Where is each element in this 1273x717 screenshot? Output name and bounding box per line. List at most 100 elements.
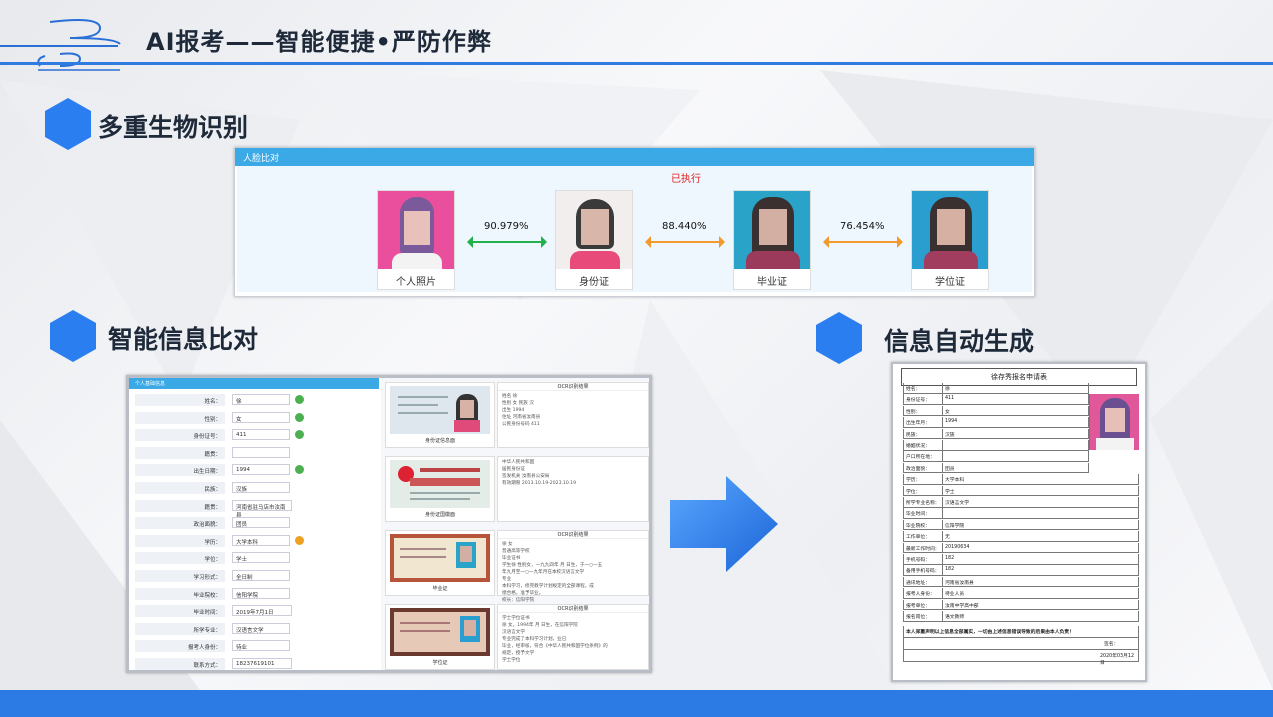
ocr-text-4: 学士学位证书 徐 女，1994年 月 日生，在信阳学院 汉语言文学 专业完成了本… — [502, 616, 608, 663]
table-row-key: 身份证号： — [906, 398, 930, 404]
table-row: 民族： 汉族 — [903, 428, 1089, 440]
form-row-input[interactable]: 待业 — [232, 640, 290, 652]
ocr-header-1: OCR识别结果 — [498, 383, 648, 391]
form-row-input[interactable] — [232, 446, 290, 458]
form-row-label: 籍贯： — [135, 446, 225, 459]
form-row-input[interactable]: 学士 — [232, 552, 290, 564]
table-row-key: 政治面貌： — [906, 466, 930, 472]
doc-idcard-front[interactable]: 身份证信息面 — [385, 382, 495, 448]
doc-degree[interactable]: 学位证 — [385, 604, 495, 670]
table-row-value: 信阳学院 — [945, 523, 965, 529]
table-row-separator — [942, 554, 943, 564]
table-row-key: 户口所在地： — [906, 455, 935, 461]
table-row-separator — [942, 383, 943, 393]
form-row-input[interactable]: 2019年7月1日 — [232, 605, 292, 617]
table-row-separator — [942, 588, 943, 598]
table-row-separator — [942, 462, 943, 473]
form-row-input[interactable]: 汉族 — [232, 482, 290, 493]
form-row-label: 身份证号： — [135, 429, 225, 442]
compare-arrow-1 — [467, 236, 547, 248]
form-row: 民族： 汉族 — [135, 482, 375, 494]
table-row: 报考单位： 汝南中学高中部 — [903, 599, 1139, 611]
form-row-input[interactable]: 大学本科 — [232, 534, 290, 546]
form-row-label: 出生日期： — [135, 464, 225, 477]
table-row-separator — [942, 519, 943, 530]
face-compare-panel: 人脸比对 已执行 个人照片 90.979% 身份证 88.440% 毕业证 76… — [234, 147, 1035, 297]
table-row: 最新工作时间： 20190634 — [903, 542, 1139, 554]
table-row-key: 报考人身份： — [906, 592, 935, 598]
table-row-value: 学士 — [945, 489, 955, 495]
idcard-back-image — [390, 460, 490, 508]
form-row-input[interactable]: 团员 — [232, 517, 290, 529]
score-1: 90.979% — [484, 221, 529, 232]
check-icon — [295, 395, 304, 404]
table-row: 政治面貌： 团员 — [903, 462, 1089, 474]
table-row-value: 182 — [945, 556, 955, 561]
table-row-value: 汉族 — [945, 432, 955, 438]
form-row-input[interactable]: 汉语言文学 — [232, 622, 290, 634]
table-row: 工作单位： 无 — [903, 531, 1139, 542]
idcard-photo — [556, 191, 632, 269]
table-row-key: 婚姻状况： — [906, 444, 930, 449]
table-row-value: 待业人员 — [945, 592, 965, 598]
table-row-separator — [942, 599, 943, 610]
ocr-result-diploma: OCR识别结果 徐 女 普通高等学校 毕业证书 学生徐 性别女，一九九四年 月 … — [497, 530, 649, 603]
table-row-value: 大学本科 — [945, 478, 965, 484]
photo-caption-degree: 学位证 — [935, 277, 965, 288]
form-row: 学位： 学士 — [135, 552, 375, 565]
photo-card-idcard[interactable]: 身份证 — [555, 190, 633, 290]
table-row: 户口所在地： — [903, 451, 1089, 462]
ocr-text-3: 徐 女 普通高等学校 毕业证书 学生徐 性别女，一九九四年 月 日生，于一○一五… — [502, 542, 603, 603]
section-auto-title: 信息自动生成 — [884, 327, 1035, 356]
form-row-input[interactable]: 411 — [232, 429, 290, 441]
section-info-title: 智能信息比对 — [108, 325, 259, 354]
form-row-input[interactable]: 徐 — [232, 394, 290, 405]
form-row-input[interactable]: 信阳学院 — [232, 587, 290, 599]
diploma-image — [390, 534, 490, 582]
photo-card-degree[interactable]: 学位证 — [911, 190, 989, 290]
ocr-header-4: OCR识别结果 — [498, 605, 648, 613]
idcard-front-image — [390, 386, 490, 434]
footer-bar — [0, 690, 1273, 717]
basic-info-title: 个人基础信息 — [129, 378, 379, 389]
face-compare-status: 已执行 — [671, 174, 701, 185]
form-row: 毕业时间： 2019年7月1日 — [135, 605, 375, 618]
check-icon — [295, 430, 304, 440]
form-row-input[interactable]: 全日制 — [232, 570, 290, 581]
table-row: 所学专业名称： 汉语言文学 — [903, 497, 1139, 508]
doc-caption-idcard-back: 身份证国徽面 — [424, 512, 455, 518]
form-row-label: 所学专业： — [135, 622, 225, 635]
doc-diploma[interactable]: 毕业证 — [385, 530, 495, 596]
form-row: 联系方式： 18237619101 — [135, 658, 375, 670]
logo-waves-icon — [0, 19, 121, 71]
photo-card-personal[interactable]: 个人照片 — [377, 190, 455, 290]
form-row-label: 联系方式： — [135, 658, 225, 670]
photo-card-diploma[interactable]: 毕业证 — [733, 190, 811, 290]
ocr-text-2: 中华人民共和国 居民身份证 签发机关 汝南县公安局 有效期限 2013.10.1… — [502, 460, 577, 486]
table-row-value: 182 — [945, 567, 955, 573]
form-row: 报考人身份： 待业 — [135, 640, 375, 653]
ocr-result-idcard-front: OCR识别结果 姓名 徐 性别 女 民族 汉 出生 1994 住址 河南省汝南县… — [497, 382, 649, 448]
table-row-separator — [942, 451, 943, 461]
form-row-input[interactable]: 女 — [232, 411, 290, 423]
table-row-value: 20190634 — [945, 544, 970, 550]
doc-idcard-back[interactable]: 身份证国徽面 — [385, 456, 495, 522]
check-icon — [295, 412, 304, 422]
table-row-key: 姓名： — [906, 387, 921, 392]
table-row-key: 出生年月： — [906, 421, 930, 427]
table-row-separator — [942, 440, 943, 450]
table-row-key: 性别： — [906, 409, 921, 415]
form-row-input[interactable]: 18237619101 — [232, 658, 292, 669]
form-row-input[interactable]: 河南省驻马店市汝南县 — [232, 499, 292, 519]
table-row-key: 报名岗位： — [906, 615, 930, 620]
table-row: 性别： 女 — [903, 405, 1089, 417]
table-row: 婚姻状况： — [903, 440, 1089, 451]
form-row: 性别： 女 — [135, 411, 375, 424]
form-row-label: 学位： — [135, 552, 225, 565]
table-row: 报考人身份： 待业人员 — [903, 588, 1139, 599]
table-row-key: 毕业院校： — [906, 523, 930, 529]
form-row: 出生日期： 1994 — [135, 464, 375, 477]
table-row-key: 工作单位： — [906, 535, 930, 541]
form-row-input[interactable]: 1994 — [232, 464, 290, 476]
ocr-header-3: OCR识别结果 — [498, 531, 648, 539]
